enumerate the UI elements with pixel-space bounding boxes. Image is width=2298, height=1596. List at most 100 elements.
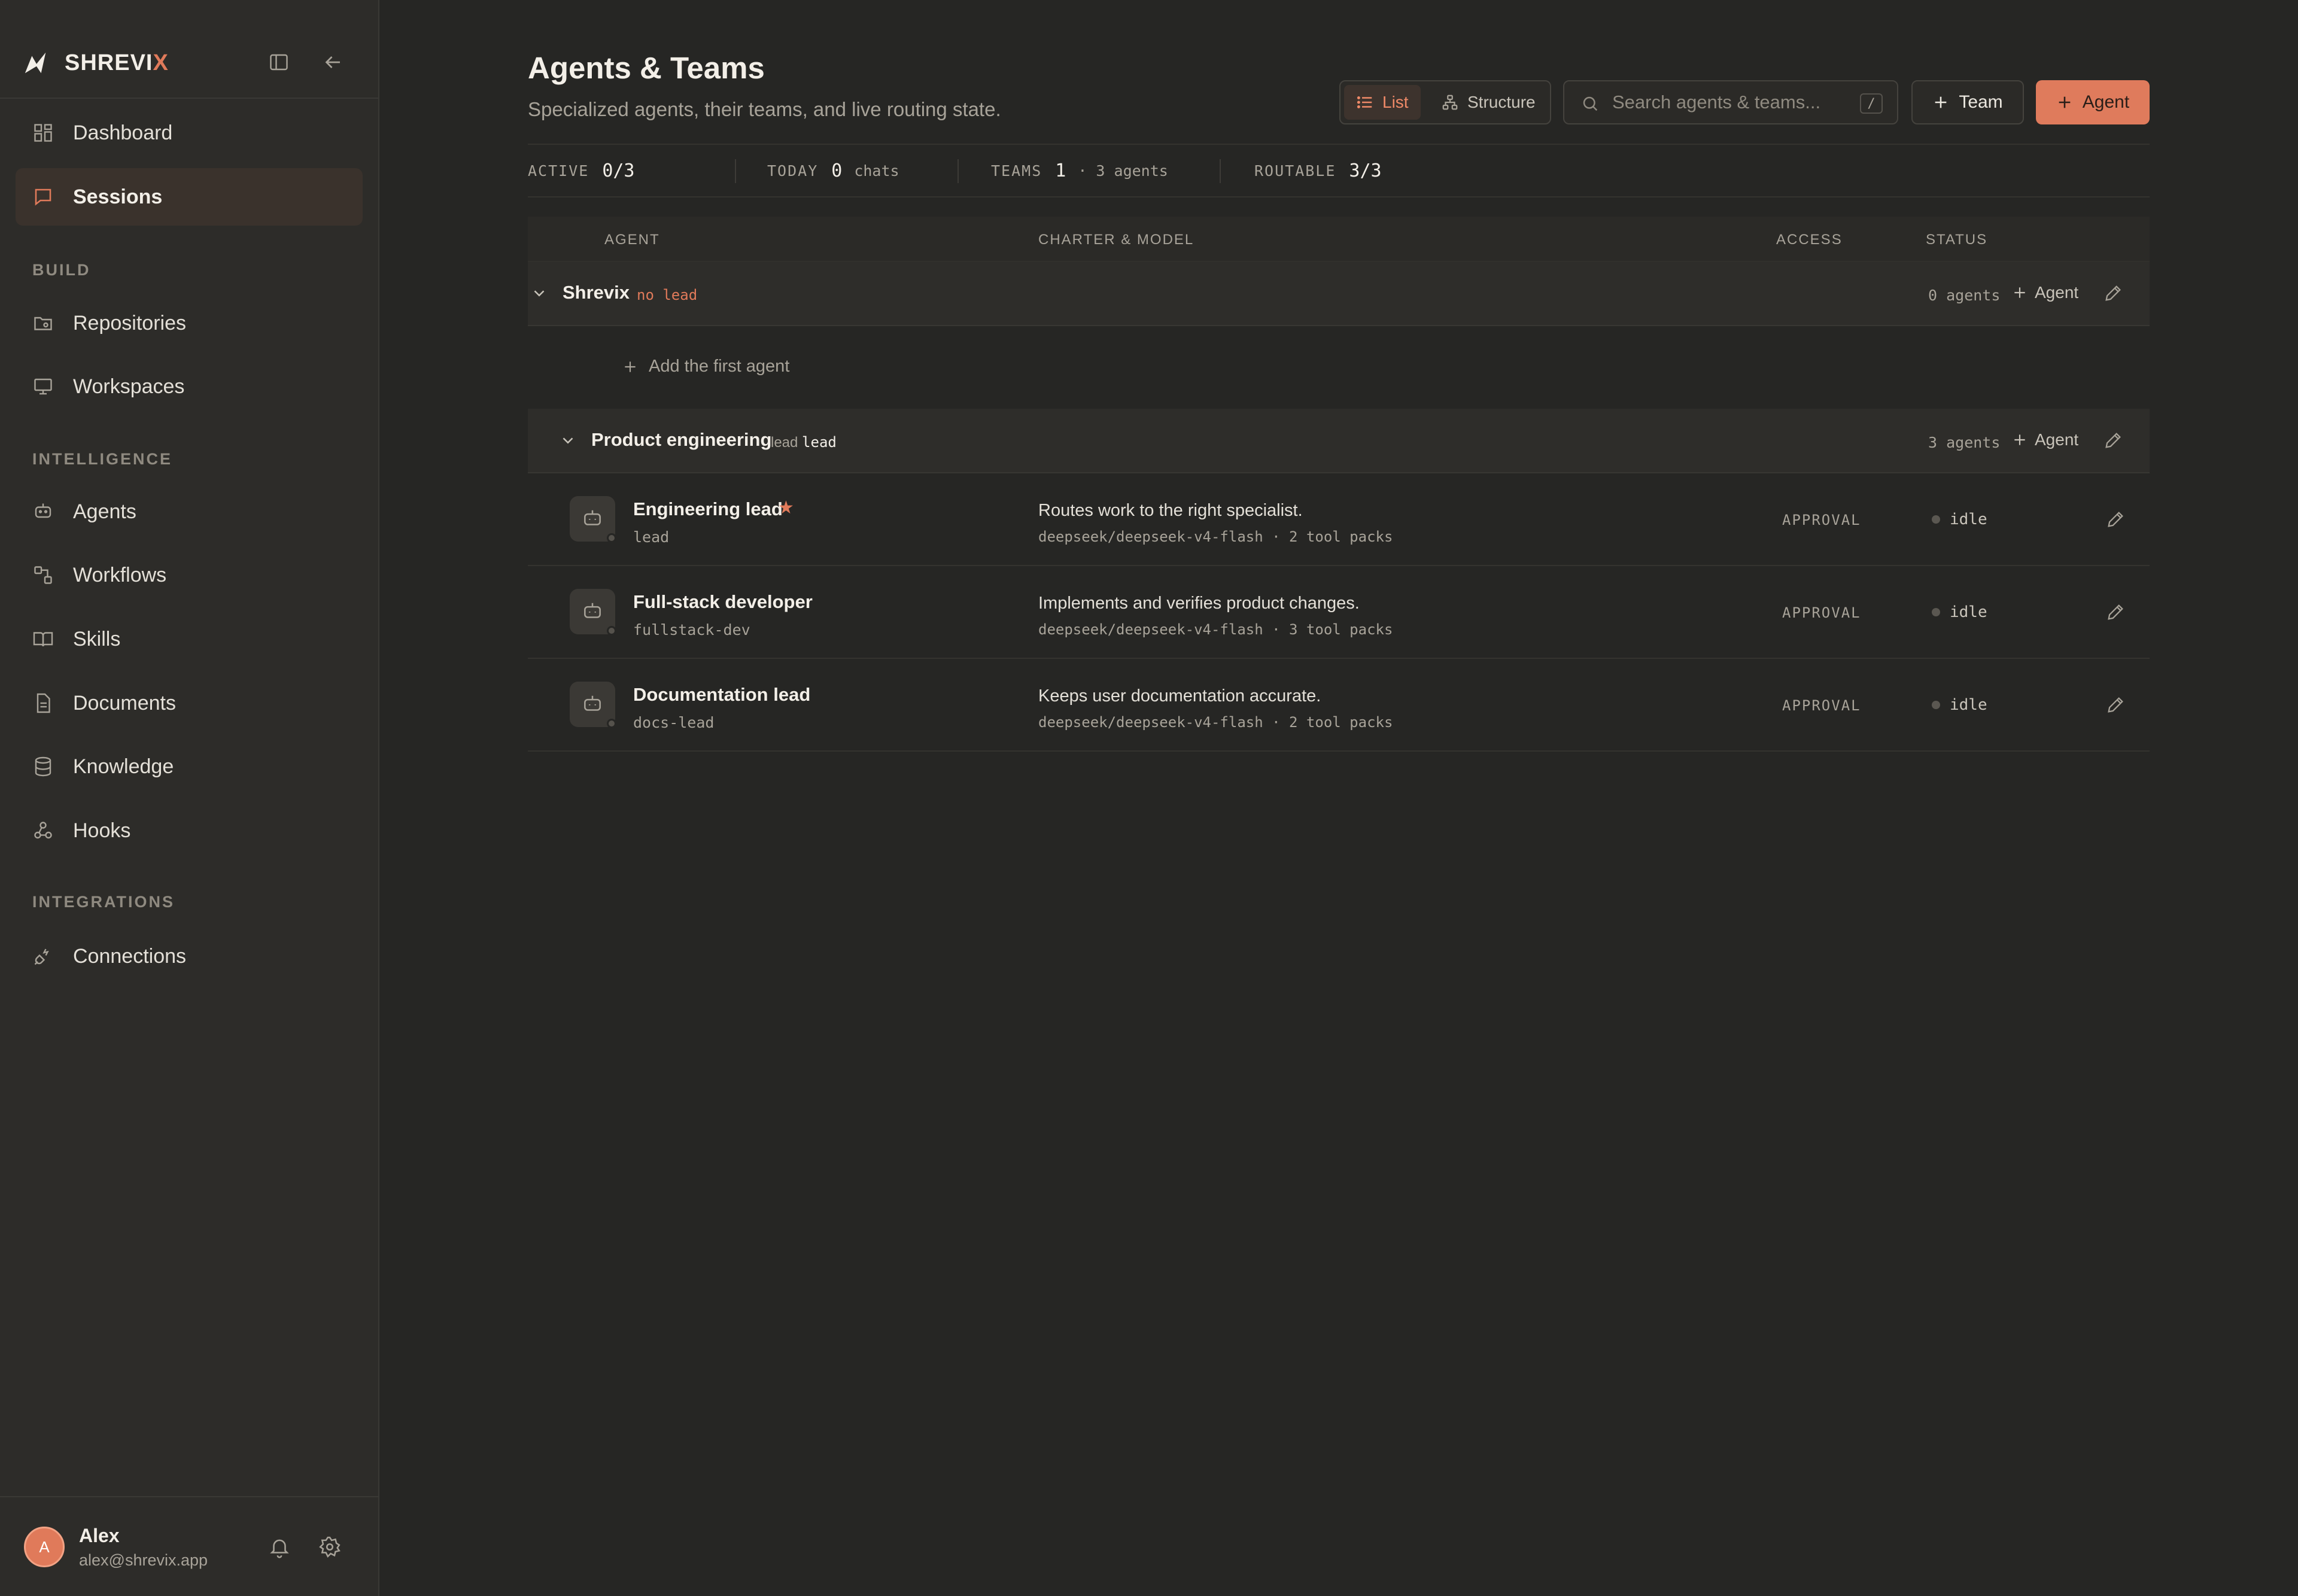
gear-icon[interactable] <box>318 1536 342 1559</box>
bot-icon <box>35 503 51 518</box>
presence-dot <box>607 533 616 543</box>
sidebar-item-label: Sessions <box>73 185 163 208</box>
shrevix-logo-icon <box>25 52 46 74</box>
sidebar-item-label: Documents <box>73 691 176 715</box>
structure-view-button[interactable]: Structure <box>1429 85 1548 120</box>
sidebar-item-label: Agents <box>73 500 136 523</box>
stat-label: ACTIVE <box>528 162 589 180</box>
structure-view-label: Structure <box>1467 93 1536 111</box>
add-agent-button[interactable]: Agent <box>2036 80 2150 124</box>
sidebar-item-agents[interactable]: Agents <box>16 483 363 540</box>
search-box: / <box>1563 80 1898 124</box>
book-open-icon <box>33 632 53 647</box>
sidebar-item-connections[interactable]: Connections <box>16 928 363 985</box>
sidebar-item-dashboard[interactable]: Dashboard <box>16 104 363 162</box>
agent-handle: fullstack-dev <box>633 621 750 639</box>
team-lead-key: lead <box>771 434 798 451</box>
stat-active: ACTIVE 0/3 <box>528 145 647 196</box>
database-icon <box>35 756 51 777</box>
sidebar-item-sessions[interactable]: Sessions <box>16 168 363 226</box>
user-profile: A Alex alex@shrevix.app <box>0 1496 378 1596</box>
presence-dot <box>607 626 616 636</box>
webhook-icon <box>34 822 52 839</box>
back-arrow-icon[interactable] <box>321 50 345 74</box>
hierarchy-icon <box>1442 95 1458 110</box>
table-row[interactable]: Documentation lead docs-lead Keeps user … <box>528 659 2150 752</box>
chevron-down-icon[interactable] <box>559 431 577 449</box>
status-dot <box>1932 515 1940 524</box>
lead-star-icon: ★ <box>778 498 794 518</box>
user-name: Alex <box>79 1525 120 1546</box>
edit-agent-icon[interactable] <box>2105 695 2126 715</box>
sidebar-item-workflows[interactable]: Workflows <box>16 546 363 604</box>
bell-icon[interactable] <box>268 1536 292 1559</box>
edit-agent-icon[interactable] <box>2105 509 2126 530</box>
team-add-agent-label: Agent <box>2035 430 2079 449</box>
team-lead-value: lead <box>802 434 837 451</box>
stat-value: 3/3 <box>1349 160 1382 181</box>
brand-row: SHREVIX <box>0 0 378 99</box>
chevron-down-icon[interactable] <box>530 284 548 302</box>
toggle-sidebar-icon[interactable] <box>267 50 291 74</box>
plus-icon <box>2014 434 2025 445</box>
list-view-button[interactable]: List <box>1344 85 1421 120</box>
add-first-agent-label: Add the first agent <box>649 357 790 376</box>
table-row[interactable]: Full-stack developer fullstack-dev Imple… <box>528 566 2150 659</box>
team-agent-count: 0 agents <box>1928 287 2001 304</box>
edit-team-icon[interactable] <box>2103 430 2123 451</box>
sidebar-item-hooks[interactable]: Hooks <box>16 802 363 859</box>
page-subtitle: Specialized agents, their teams, and liv… <box>528 98 1001 120</box>
team-row-shrevix[interactable]: Shrevix no lead 0 agents Agent <box>528 262 2150 326</box>
section-build: BUILD <box>32 261 91 279</box>
stat-teams: TEAMS 1 · 3 agents <box>991 145 1168 196</box>
page-title: Agents & Teams <box>528 51 765 85</box>
status-dot <box>1932 608 1940 616</box>
sidebar-item-label: Connections <box>73 944 187 968</box>
add-first-agent-button[interactable]: Add the first agent <box>622 357 789 376</box>
stat-value: 0/3 <box>602 160 635 181</box>
section-integrations: INTEGRATIONS <box>32 893 175 911</box>
table-header: AGENT CHARTER & MODEL ACCESS STATUS <box>528 217 2150 262</box>
plug-icon <box>34 949 49 965</box>
bot-icon <box>584 603 601 618</box>
sidebar-item-label: Workflows <box>73 563 167 586</box>
sidebar-item-skills[interactable]: Skills <box>16 610 363 668</box>
agent-avatar <box>570 496 616 543</box>
plus-icon <box>2014 287 2025 298</box>
stat-routable: ROUTABLE 3/3 <box>1254 145 1394 196</box>
agent-handle: docs-lead <box>633 714 715 731</box>
sidebar-item-workspaces[interactable]: Workspaces <box>16 358 363 415</box>
stat-divider <box>1220 159 1221 183</box>
search-input[interactable] <box>1612 87 1852 117</box>
sidebar-item-documents[interactable]: Documents <box>16 674 363 732</box>
sidebar-item-repositories[interactable]: Repositories <box>16 294 363 352</box>
edit-team-icon[interactable] <box>2103 283 2123 303</box>
sidebar-item-knowledge[interactable]: Knowledge <box>16 738 363 795</box>
sidebar-item-label: Skills <box>73 627 121 650</box>
team-row-product-engineering[interactable]: Product engineering lead lead 3 agents A… <box>528 409 2150 473</box>
team-lead-tag: lead lead <box>771 434 837 451</box>
stat-value: 0 <box>831 160 843 181</box>
stat-label: TEAMS <box>991 162 1042 180</box>
avatar[interactable]: A <box>24 1527 65 1567</box>
team-name: Product engineering <box>591 429 772 450</box>
agent-model: deepseek/deepseek-v4-flash · 3 tool pack… <box>1038 621 1393 638</box>
column-status: STATUS <box>1926 232 1988 248</box>
agent-status: idle <box>1932 696 1987 714</box>
workflow-icon <box>34 566 52 584</box>
edit-agent-icon[interactable] <box>2105 602 2126 622</box>
plus-icon <box>1935 96 1947 108</box>
agent-charter: Implements and verifies product changes. <box>1038 594 1360 613</box>
stat-divider <box>957 159 959 183</box>
team-name: Shrevix <box>563 282 630 303</box>
team-add-agent-button[interactable]: Agent <box>2012 430 2078 449</box>
add-team-button[interactable]: Team <box>1911 80 2024 124</box>
team-add-agent-button[interactable]: Agent <box>2012 283 2078 302</box>
agent-charter: Routes work to the right specialist. <box>1038 501 1303 520</box>
sidebar-item-label: Hooks <box>73 819 131 842</box>
table-row[interactable]: Engineering lead ★ lead Routes work to t… <box>528 473 2150 566</box>
list-icon <box>1357 96 1372 108</box>
stat-suffix: · 3 agents <box>1078 162 1168 180</box>
chat-icon <box>35 189 51 206</box>
plus-icon <box>625 361 636 372</box>
